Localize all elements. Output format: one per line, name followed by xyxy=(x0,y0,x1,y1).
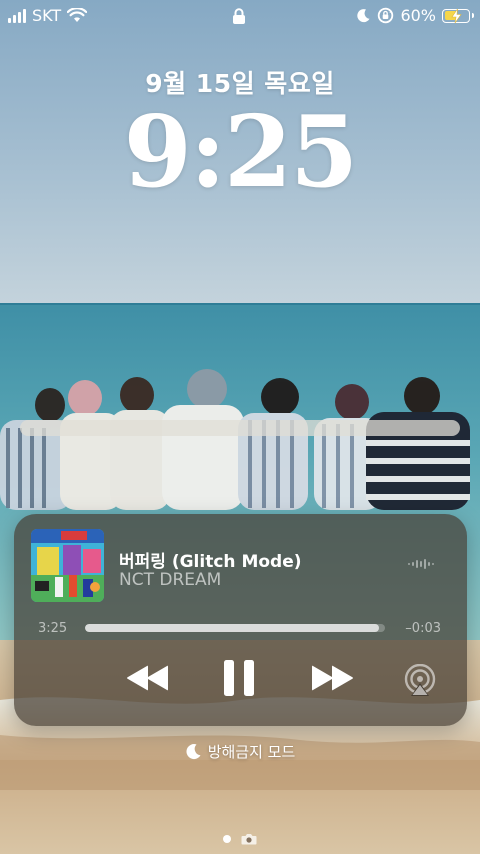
moon-icon xyxy=(357,9,370,23)
rewind-button[interactable] xyxy=(126,664,170,692)
signal-icon xyxy=(8,8,26,23)
song-title[interactable]: 버퍼링 (Glitch Mode) xyxy=(119,547,302,572)
page-indicator[interactable] xyxy=(0,833,480,845)
wifi-icon xyxy=(67,8,88,22)
album-art-image xyxy=(31,529,104,602)
rotation-lock-icon xyxy=(378,7,394,24)
lock-time: 9:25 xyxy=(123,95,359,210)
remaining-time: –0:03 xyxy=(405,621,441,636)
airplay-button[interactable] xyxy=(403,664,437,698)
playback-progress xyxy=(85,624,379,632)
focus-indicator[interactable]: 방해금지 모드 xyxy=(0,741,480,762)
album-art[interactable] xyxy=(31,529,104,602)
battery-percent: 60% xyxy=(400,6,436,25)
moon-icon xyxy=(186,744,201,760)
elapsed-time: 3:25 xyxy=(38,621,68,636)
fast-forward-button[interactable] xyxy=(310,664,354,692)
audio-waveform-icon xyxy=(408,559,434,569)
focus-label: 방해금지 모드 xyxy=(207,743,296,761)
status-right: 60% xyxy=(356,6,474,25)
pause-icon xyxy=(224,660,254,696)
fast-forward-icon xyxy=(312,665,353,691)
status-bar: SKT 60% xyxy=(0,0,480,34)
rewind-icon xyxy=(127,665,168,691)
battery-icon xyxy=(442,8,474,23)
camera-icon[interactable] xyxy=(241,833,257,845)
charging-bolt-icon xyxy=(451,8,462,23)
carrier-label: SKT xyxy=(32,6,62,25)
airplay-icon xyxy=(404,664,436,696)
now-playing-widget[interactable]: 버퍼링 (Glitch Mode) NCT DREAM 3:25 –0:03 xyxy=(14,514,467,726)
pause-button[interactable] xyxy=(222,658,256,698)
battery-tip xyxy=(471,12,474,18)
page-dot-active xyxy=(223,835,231,843)
playback-scrubber[interactable] xyxy=(85,624,385,632)
status-left: SKT xyxy=(8,6,88,25)
artist-name[interactable]: NCT DREAM xyxy=(119,570,221,590)
lock-icon xyxy=(233,8,245,24)
